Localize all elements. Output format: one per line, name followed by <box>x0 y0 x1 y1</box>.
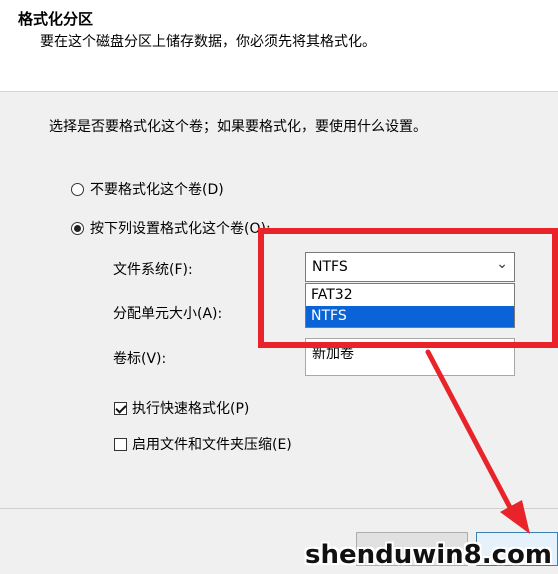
radio-checked-icon[interactable] <box>71 221 84 235</box>
checkbox-checked-icon[interactable] <box>114 401 127 415</box>
allocation-size-label: 分配单元大小(A): <box>113 306 223 322</box>
footer-divider <box>0 508 558 509</box>
compression-label: 启用文件和文件夹压缩(E) <box>132 437 292 453</box>
watermark: shenduwin8.com <box>304 540 552 570</box>
radio-no-format[interactable]: 不要格式化这个卷(D) <box>71 179 224 199</box>
quick-format-label: 执行快速格式化(P) <box>132 401 250 417</box>
volume-label-label: 卷标(V): <box>113 351 167 367</box>
quick-format-checkbox[interactable]: 执行快速格式化(P) <box>114 398 249 418</box>
format-question: 选择是否要格式化这个卷；如果要格式化，要使用什么设置。 <box>49 119 427 135</box>
radio-format-label: 按下列设置格式化这个卷(O): <box>90 221 271 237</box>
radio-no-format-label: 不要格式化这个卷(D) <box>90 182 224 198</box>
highlight-box <box>258 228 558 348</box>
page-title: 格式化分区 <box>18 10 94 28</box>
wizard-header: 格式化分区 要在这个磁盘分区上储存数据，你必须先将其格式化。 <box>0 0 558 92</box>
compression-checkbox[interactable]: 启用文件和文件夹压缩(E) <box>114 434 292 454</box>
checkbox-unchecked-icon[interactable] <box>114 437 127 451</box>
radio-format[interactable]: 按下列设置格式化这个卷(O): <box>71 218 271 238</box>
page-subtitle: 要在这个磁盘分区上储存数据，你必须先将其格式化。 <box>40 34 376 50</box>
file-system-label: 文件系统(F): <box>113 262 193 278</box>
radio-unchecked-icon[interactable] <box>71 182 84 196</box>
